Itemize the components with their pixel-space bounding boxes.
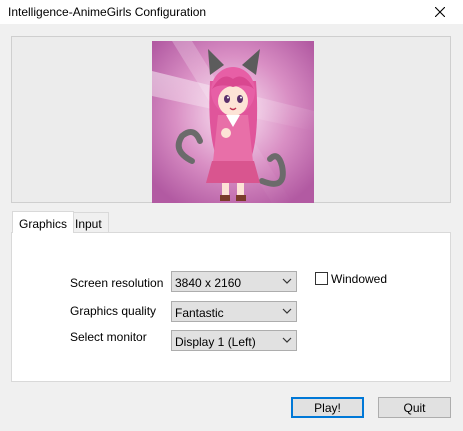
close-button[interactable] (417, 0, 463, 24)
screen-resolution-label: Screen resolution (70, 276, 164, 290)
select-monitor-value: Display 1 (Left) (175, 335, 256, 349)
play-button[interactable]: Play! (291, 397, 364, 418)
tab-graphics[interactable]: Graphics (12, 211, 75, 233)
tab-input[interactable]: Input (68, 212, 109, 233)
chevron-down-icon (282, 278, 292, 284)
select-monitor-select[interactable]: Display 1 (Left) (171, 330, 297, 351)
title-bar: Intelligence-AnimeGirls Configuration (0, 0, 463, 24)
graphics-quality-label: Graphics quality (70, 304, 157, 318)
graphics-quality-select[interactable]: Fantastic (171, 301, 297, 322)
quit-button[interactable]: Quit (378, 397, 451, 418)
select-monitor-label: Select monitor (70, 330, 147, 344)
window-title: Intelligence-AnimeGirls Configuration (8, 5, 207, 19)
windowed-checkbox[interactable] (315, 272, 328, 285)
chevron-down-icon (282, 337, 292, 343)
banner-image (152, 41, 314, 203)
screen-resolution-value: 3840 x 2160 (175, 276, 242, 290)
banner (11, 36, 451, 203)
graphics-panel: Screen resolution 3840 x 2160 Windowed G… (11, 232, 451, 382)
play-button-label: Play! (314, 400, 341, 415)
screen-resolution-select[interactable]: 3840 x 2160 (171, 271, 297, 292)
tab-input-label: Input (75, 217, 102, 231)
windowed-label: Windowed (331, 272, 388, 286)
close-icon (435, 7, 445, 17)
chevron-down-icon (282, 308, 292, 314)
quit-button-label: Quit (403, 400, 426, 415)
graphics-quality-value: Fantastic (175, 306, 224, 320)
tab-graphics-label: Graphics (19, 217, 68, 231)
